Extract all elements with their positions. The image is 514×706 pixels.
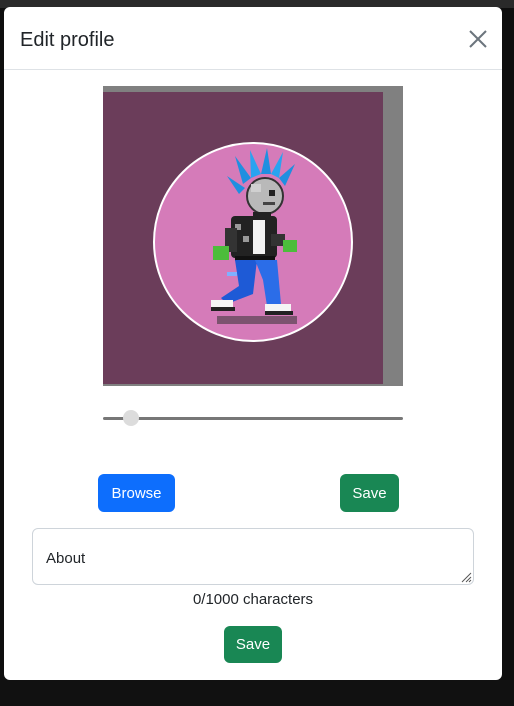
browse-button[interactable]: Browse [98, 474, 175, 512]
close-button[interactable] [464, 25, 492, 53]
background-bottom [0, 680, 514, 706]
save-image-button[interactable]: Save [340, 474, 399, 512]
edit-profile-modal: Edit profile Browse Save About 0/1000 ch… [4, 7, 502, 680]
zoom-slider[interactable] [103, 407, 403, 431]
character-counter: 0/1000 characters [192, 591, 314, 608]
image-crop-area[interactable] [103, 86, 403, 386]
crop-background [103, 92, 383, 384]
modal-title: Edit profile [20, 29, 115, 51]
slider-thumb[interactable] [123, 410, 139, 426]
about-placeholder: About [46, 550, 86, 567]
about-textarea[interactable]: About [32, 528, 474, 585]
punk-character-image [211, 148, 297, 324]
slider-track [103, 417, 403, 420]
resize-grip-icon[interactable] [460, 571, 472, 583]
save-about-button[interactable]: Save [224, 626, 282, 663]
modal-header: Edit profile [4, 7, 502, 70]
avatar-preview[interactable] [153, 142, 353, 342]
close-icon [469, 30, 487, 48]
